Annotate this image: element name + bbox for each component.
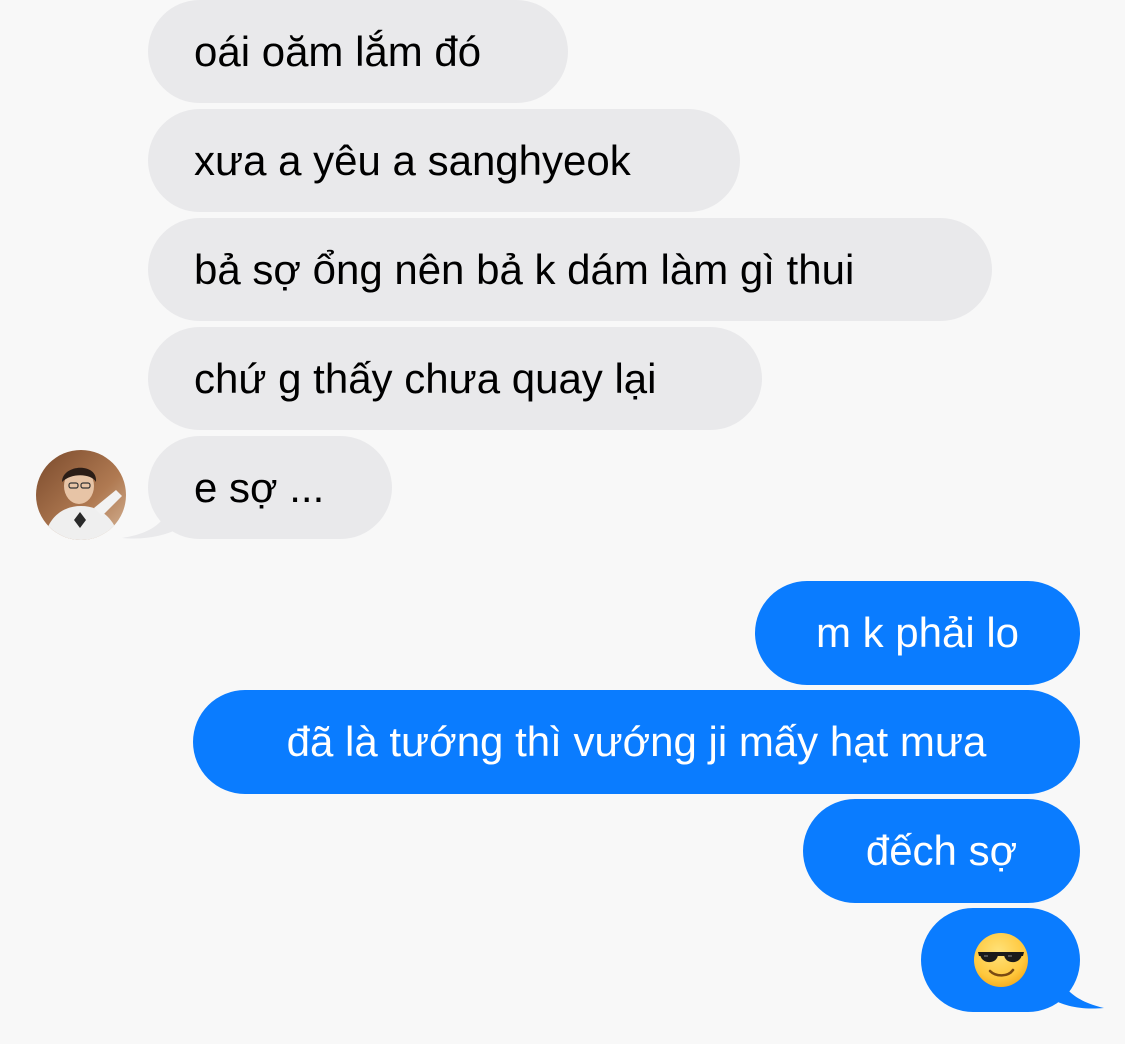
message-text: đếch sợ (865, 827, 1018, 874)
incoming-message-bubble[interactable]: xưa a yêu a sanghyeok (148, 109, 740, 212)
incoming-message-bubble[interactable]: e sợ ... (148, 436, 392, 539)
outgoing-bubble-tail (1050, 958, 1104, 1009)
avatar-photo (36, 450, 126, 540)
message-text: oái oăm lắm đó (194, 27, 482, 75)
message-text: chứ g thấy chưa quay lại (194, 354, 657, 402)
message-text: đã là tướng thì vướng ji mấy hạt mưa (286, 718, 987, 765)
message-text: xưa a yêu a sanghyeok (194, 136, 631, 184)
outgoing-message-bubble[interactable]: đếch sợ (803, 799, 1080, 903)
incoming-bubble-tail (122, 490, 180, 539)
outgoing-message-bubble[interactable]: đã là tướng thì vướng ji mấy hạt mưa (193, 690, 1080, 794)
outgoing-message-bubble[interactable]: m k phải lo (755, 581, 1080, 685)
message-text: e sợ ... (194, 463, 325, 511)
message-text: m k phải lo (815, 609, 1020, 656)
sunglasses-emoji-icon (973, 933, 1028, 987)
contact-avatar[interactable] (36, 450, 126, 540)
incoming-message-bubble[interactable]: chứ g thấy chưa quay lại (148, 327, 762, 430)
message-text: bả sợ ổng nên bả k dám làm gì thui (194, 245, 855, 293)
incoming-message-bubble[interactable]: bả sợ ổng nên bả k dám làm gì thui (148, 218, 992, 321)
incoming-message-bubble[interactable]: oái oăm lắm đó (148, 0, 568, 103)
